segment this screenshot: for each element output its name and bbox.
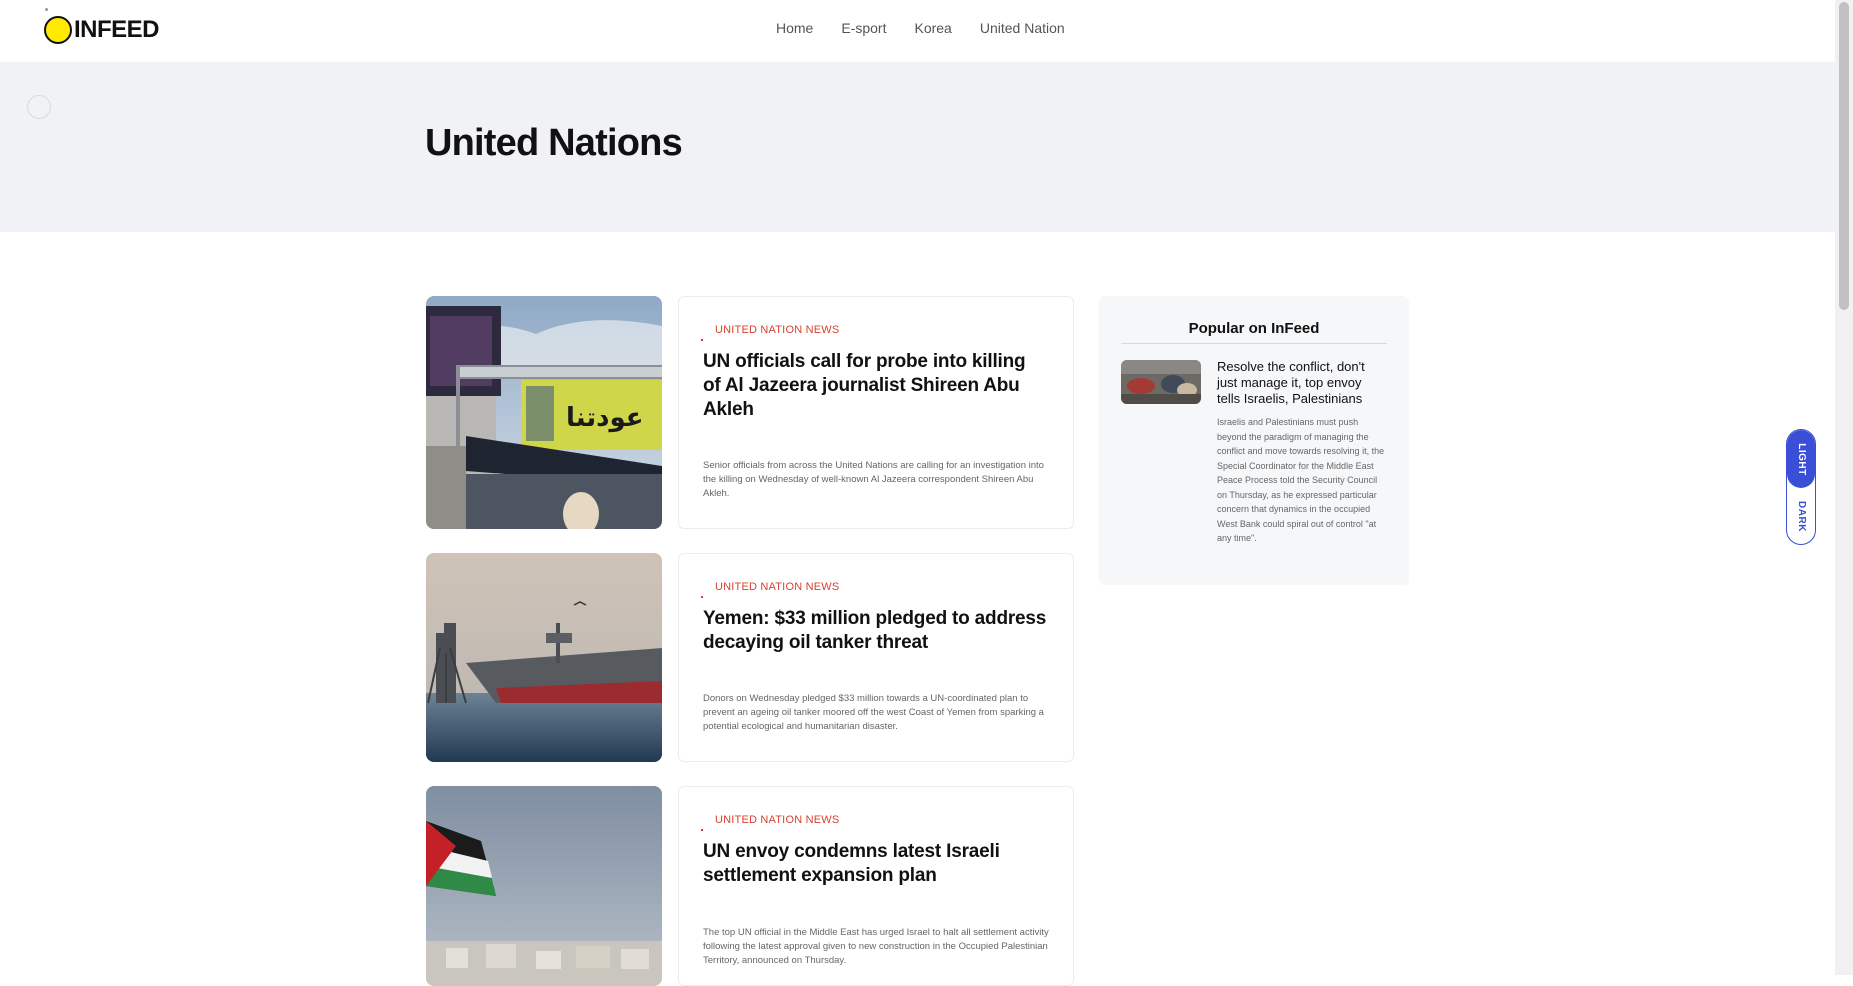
nav-united-nation[interactable]: United Nation bbox=[980, 20, 1065, 36]
nav-korea[interactable]: Korea bbox=[914, 20, 951, 36]
light-label: LIGHT bbox=[1795, 442, 1807, 476]
logo-text: INFEED bbox=[74, 16, 160, 43]
light-mode-button[interactable]: LIGHT bbox=[1787, 430, 1815, 488]
theme-toggle: LIGHT DARK bbox=[1786, 429, 1816, 545]
popular-item-image[interactable] bbox=[1121, 360, 1201, 404]
dark-label: DARK bbox=[1795, 500, 1807, 532]
article-excerpt: Donors on Wednesday pledged $33 million … bbox=[703, 693, 1044, 732]
article-card: UNITED NATION NEWS UN officials call for… bbox=[678, 296, 1074, 529]
popular-sidebar: Popular on InFeed Resolve the conflict, … bbox=[1099, 296, 1409, 585]
main-nav: Home E-sport Korea United Nation bbox=[776, 20, 1065, 36]
article-card: UNITED NATION NEWS UN envoy condemns lat… bbox=[678, 786, 1074, 986]
dark-mode-button[interactable]: DARK bbox=[1787, 488, 1815, 544]
sidebar-title: Popular on InFeed bbox=[1121, 320, 1387, 344]
page-hero bbox=[0, 62, 1835, 232]
article-title[interactable]: UN envoy condemns latest Israeli settlem… bbox=[703, 840, 1048, 888]
tag-marker bbox=[701, 596, 703, 598]
popular-item-title[interactable]: Resolve the conflict, don't just manage … bbox=[1217, 359, 1377, 407]
article-category[interactable]: UNITED NATION NEWS bbox=[715, 814, 839, 826]
article-category[interactable]: UNITED NATION NEWS bbox=[715, 581, 839, 593]
nav-esport[interactable]: E-sport bbox=[841, 20, 886, 36]
article-card: UNITED NATION NEWS Yemen: $33 million pl… bbox=[678, 553, 1074, 762]
page-title: United Nations bbox=[425, 122, 683, 164]
tag-marker bbox=[701, 829, 703, 831]
article-image[interactable]: عودتنا bbox=[426, 296, 662, 529]
article-title[interactable]: UN officials call for probe into killing… bbox=[703, 350, 1048, 422]
article-category[interactable]: UNITED NATION NEWS bbox=[715, 324, 839, 336]
logo-mark bbox=[45, 8, 48, 11]
site-logo[interactable]: INFEED bbox=[44, 12, 160, 48]
svg-text:عودتنا: عودتنا bbox=[566, 403, 644, 433]
logo-circle-icon bbox=[44, 16, 72, 44]
popular-item-excerpt: Israelis and Palestinians must push beyo… bbox=[1217, 417, 1385, 543]
circle-icon bbox=[27, 95, 51, 119]
article-image[interactable] bbox=[426, 553, 662, 762]
scrollbar-thumb[interactable] bbox=[1839, 2, 1849, 310]
article-title[interactable]: Yemen: $33 million pledged to address de… bbox=[703, 607, 1048, 655]
article-excerpt: The top UN official in the Middle East h… bbox=[703, 927, 1049, 966]
site-header: INFEED Home E-sport Korea United Nation bbox=[0, 0, 1835, 63]
nav-home[interactable]: Home bbox=[776, 20, 813, 36]
tag-marker bbox=[701, 339, 703, 341]
article-image[interactable] bbox=[426, 786, 662, 986]
article-excerpt: Senior officials from across the United … bbox=[703, 460, 1044, 499]
page-scrollbar[interactable] bbox=[1835, 0, 1853, 975]
